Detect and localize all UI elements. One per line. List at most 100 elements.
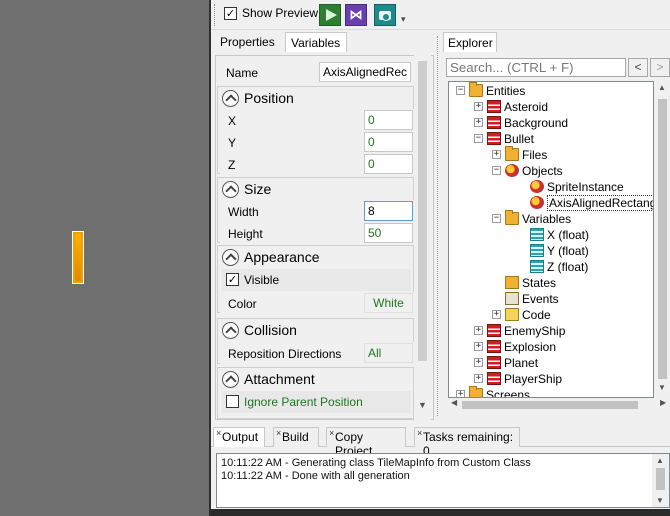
scroll-right-icon[interactable]: ▶ [660,398,666,407]
explorer-grip[interactable] [437,36,440,416]
search-input[interactable] [446,58,626,77]
tab-build[interactable]: × Build [273,427,319,447]
collapse-icon[interactable]: − [456,86,465,95]
property-grid-scrollbar[interactable]: ▼ [414,55,431,420]
name-field[interactable]: AxisAlignedRec [319,62,411,82]
entity-icon [487,324,501,337]
output-scrollbar[interactable]: ▲ ▼ [652,454,669,507]
explorer-horizontal-scrollbar[interactable]: ◀ ▶ [448,398,670,412]
tab-copy-project[interactable]: × Copy Project [326,427,406,458]
tab-output[interactable]: × Output [213,427,265,447]
expand-icon[interactable]: + [492,310,501,319]
attachment-header[interactable]: Attachment [220,369,413,391]
color-dropdown[interactable]: White [364,293,413,313]
tab-explorer[interactable]: Explorer [443,32,497,52]
expand-icon[interactable]: + [474,102,483,111]
z-field[interactable]: 0 [364,154,413,174]
game-preview-canvas[interactable] [0,0,209,516]
tree-node-label: Planet [504,356,539,370]
collapse-icon[interactable]: − [474,134,483,143]
scroll-down-icon[interactable]: ▼ [658,383,666,392]
expand-icon[interactable]: + [474,358,483,367]
expand-icon[interactable]: + [474,342,483,351]
tree-node-label: Explosion [504,340,557,354]
entity-icon [487,372,501,385]
tab-tasks-remaining[interactable]: × Tasks remaining: 0 [414,427,520,458]
tree-node-label: Files [522,148,548,162]
collapse-icon[interactable]: − [492,214,501,223]
tab-build-label: Build [282,430,309,444]
visible-checkbox[interactable]: ✓ [226,273,239,286]
height-row: Height 50 [220,222,417,244]
scroll-down-icon[interactable]: ▼ [656,496,664,505]
explorer-vertical-scrollbar[interactable]: ▲ ▼ [654,81,670,398]
appearance-section: Appearance ✓ Visible Color White [217,245,417,314]
visible-label: Visible [244,273,280,287]
expand-icon[interactable]: + [474,374,483,383]
scroll-up-icon[interactable]: ▲ [656,456,664,465]
forward-button[interactable]: > [650,58,670,77]
close-icon[interactable]: × [216,428,221,438]
reposition-row: Reposition Directions All [220,342,417,364]
expand-icon[interactable]: + [474,118,483,127]
output-log[interactable]: 10:11:22 AM - Generating class TileMapIn… [216,453,670,508]
size-section: Size Width 8 Height 50 [217,177,417,244]
expand-icon[interactable]: + [492,150,501,159]
scroll-up-icon[interactable]: ▲ [658,83,666,92]
scroll-thumb[interactable] [418,61,427,361]
scroll-thumb[interactable] [462,401,638,409]
bullet-sprite[interactable] [72,231,84,284]
collision-section: Collision Reposition Directions All [217,318,417,364]
attachment-section: Attachment Ignore Parent Position [217,367,414,419]
tab-variables[interactable]: Variables [285,32,347,52]
collapse-icon[interactable] [222,322,239,339]
ignore-parent-checkbox[interactable] [226,395,239,408]
collapse-icon[interactable] [222,90,239,107]
collapse-icon[interactable] [222,249,239,266]
position-title: Position [244,90,294,106]
ignore-parent-row: Ignore Parent Position [222,391,411,413]
toolbar-grip[interactable] [214,4,217,26]
close-icon[interactable]: × [329,428,334,438]
play-icon[interactable] [319,4,341,26]
y-field[interactable]: 0 [364,132,413,152]
expand-icon[interactable]: + [456,390,465,397]
y-row: Y 0 [220,131,417,153]
collapse-icon[interactable] [222,371,239,388]
collapse-icon[interactable]: − [492,166,501,175]
tab-properties[interactable]: Properties [215,32,281,52]
attachment-title: Attachment [244,371,315,387]
height-field[interactable]: 50 [364,223,413,243]
collision-header[interactable]: Collision [220,320,413,342]
appearance-header[interactable]: Appearance [220,247,413,269]
reposition-dropdown[interactable]: All [364,343,413,363]
back-button[interactable]: < [628,58,648,77]
tree-node-label: EnemyShip [504,324,566,338]
width-field[interactable]: 8 [364,201,413,221]
scroll-thumb[interactable] [656,468,665,490]
collapse-icon[interactable] [222,181,239,198]
scroll-left-icon[interactable]: ◀ [451,398,457,407]
scroll-thumb[interactable] [658,99,667,379]
close-icon[interactable]: × [417,428,422,438]
show-preview-checkbox[interactable]: ✓ [224,7,237,20]
close-icon[interactable]: × [276,428,281,438]
position-header[interactable]: Position [220,88,413,110]
color-label: Color [228,297,257,311]
ignore-parent-label: Ignore Parent Position [244,395,363,409]
folder-icon [505,146,519,161]
toolbar-overflow-icon[interactable]: ▾ [401,14,406,25]
property-grid: Name AxisAlignedRec Position X 0 Y 0 Z 0 [215,55,434,420]
camera-icon[interactable] [374,4,396,26]
size-header[interactable]: Size [220,179,413,201]
name-row: Name AxisAlignedRec [218,61,415,83]
entity-icon [487,132,501,145]
tree-node-label: Events [522,292,559,306]
position-section: Position X 0 Y 0 Z 0 [217,86,417,175]
expand-icon[interactable]: + [474,326,483,335]
editor-panel: ✓ Show Preview ⋈ ▾ Properties Variables … [211,0,670,516]
x-field[interactable]: 0 [364,110,413,130]
variable-icon [530,260,544,273]
scroll-down-icon[interactable]: ▼ [418,400,427,410]
visual-studio-icon[interactable]: ⋈ [345,4,367,26]
